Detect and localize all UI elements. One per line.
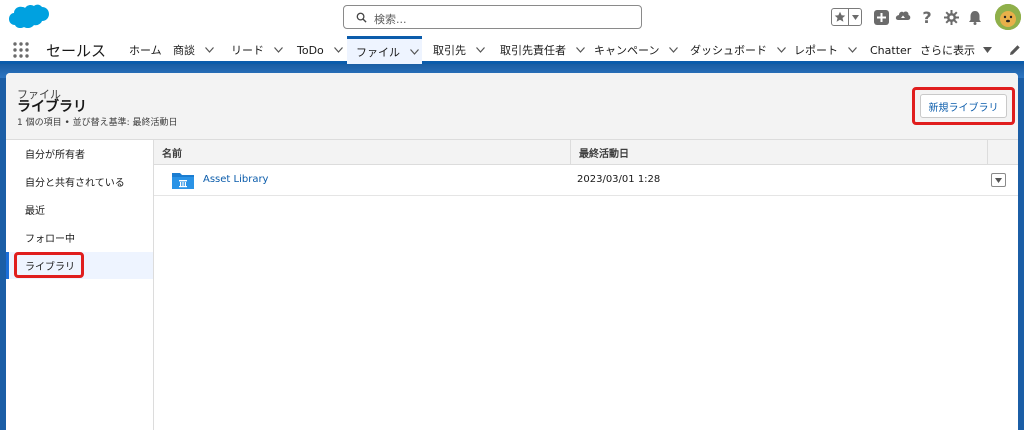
tab-opportunities[interactable]: 商談 [173, 36, 214, 64]
tab-more[interactable]: さらに表示 [920, 36, 992, 64]
list-view-card: ファイル ライブラリ 1 個の項目 • 並び替え基準: 最終活動日 新規ライブラ… [6, 73, 1018, 430]
caret-down-icon [995, 177, 1002, 183]
chevron-down-icon[interactable] [576, 47, 585, 53]
tab-reports[interactable]: レポート [794, 36, 857, 64]
bell-icon[interactable] [967, 9, 983, 25]
tab-label: 商談 [173, 44, 195, 57]
tab-campaigns[interactable]: キャンペーン [594, 36, 679, 64]
tab-dashboards[interactable]: ダッシュボード [690, 36, 786, 64]
last-activity-date: 2023/03/01 1:28 [577, 174, 661, 185]
help-icon[interactable]: ? [919, 8, 935, 27]
column-header-last-activity[interactable]: 最終活動日 [571, 140, 629, 165]
trailhead-icon[interactable] [895, 9, 911, 25]
sidebar-item-owned-by-me[interactable]: 自分が所有者 [6, 140, 153, 167]
favorites-button[interactable] [831, 8, 862, 26]
chevron-down-icon[interactable] [777, 47, 786, 53]
avatar[interactable] [995, 4, 1021, 30]
search-input[interactable]: 検索... [343, 5, 642, 29]
chevron-down-icon[interactable] [274, 47, 283, 53]
tab-leads[interactable]: リード [231, 36, 283, 64]
tab-label: レポート [794, 44, 838, 57]
tab-files[interactable]: ファイル [347, 36, 422, 64]
column-divider [987, 140, 988, 165]
files-sidebar: 自分が所有者 自分と共有されている 最近 フォロー中 ライブラリ [6, 140, 154, 430]
sidebar-item-following[interactable]: フォロー中 [6, 224, 153, 251]
sidebar-item-label: 自分と共有されている [25, 178, 125, 189]
sidebar-item-shared-with-me[interactable]: 自分と共有されている [6, 168, 153, 195]
chevron-down-icon[interactable] [849, 9, 861, 25]
app-name: セールス [46, 42, 107, 60]
global-header: 検索... ? [0, 0, 1024, 36]
tab-label: リード [231, 44, 264, 57]
caret-down-icon[interactable] [983, 47, 992, 53]
sidebar-item-label: 最近 [25, 206, 45, 217]
tab-contacts[interactable]: 取引先責任者 [500, 36, 585, 64]
highlight-box [14, 252, 84, 278]
tab-label: キャンペーン [594, 44, 660, 57]
tab-label: ダッシュボード [690, 44, 767, 57]
search-icon [356, 12, 367, 23]
sidebar-item-recent[interactable]: 最近 [6, 196, 153, 223]
edit-nav-icon[interactable] [1009, 44, 1021, 56]
gear-icon[interactable] [943, 9, 959, 25]
chevron-down-icon[interactable] [476, 47, 485, 53]
tab-label: ホーム [129, 44, 162, 57]
tab-home[interactable]: ホーム [129, 36, 162, 64]
row-actions-button[interactable] [991, 173, 1006, 187]
sidebar-item-label: 自分が所有者 [25, 150, 85, 161]
column-header-name[interactable]: 名前 [154, 140, 182, 165]
chevron-down-icon[interactable] [333, 47, 343, 53]
page-title: ライブラリ [17, 99, 87, 115]
new-library-button[interactable]: 新規ライブラリ [920, 94, 1007, 118]
chevron-down-icon[interactable] [669, 47, 679, 53]
tab-accounts[interactable]: 取引先 [433, 36, 485, 64]
tab-chatter[interactable]: Chatter [870, 36, 911, 64]
tab-label: さらに表示 [920, 44, 975, 57]
tab-label: ファイル [356, 45, 400, 59]
tab-label: ToDo [297, 43, 324, 57]
tab-label: Chatter [870, 43, 912, 57]
tab-label: 取引先 [433, 44, 466, 57]
table-row[interactable]: Asset Library 2023/03/01 1:28 [154, 165, 1018, 196]
tab-label: 取引先責任者 [500, 44, 566, 57]
search-placeholder: 検索... [374, 13, 407, 26]
chevron-down-icon[interactable] [848, 47, 857, 53]
app-launcher-icon[interactable] [13, 42, 29, 58]
salesforce-logo[interactable] [7, 3, 51, 33]
tab-todo[interactable]: ToDo [297, 36, 343, 64]
star-icon[interactable] [832, 9, 849, 25]
chevron-down-icon[interactable] [410, 48, 419, 55]
table-header: 名前 最終活動日 [154, 140, 1018, 165]
app-nav-bar: セールス ホーム 商談 リード ToDo ファイル 取引先 取引先責任者 キャン… [0, 36, 1024, 64]
library-folder-icon [172, 173, 194, 189]
list-meta: 1 個の項目 • 並び替え基準: 最終活動日 [17, 118, 178, 128]
library-name-link[interactable]: Asset Library [203, 174, 268, 185]
highlight-box: 新規ライブラリ [912, 87, 1015, 125]
libraries-table: 名前 最終活動日 Asset Library 2023/03/01 1:28 [154, 140, 1018, 430]
page-header: ファイル ライブラリ 1 個の項目 • 並び替え基準: 最終活動日 新規ライブラ… [6, 73, 1018, 140]
add-icon[interactable] [873, 9, 889, 25]
chevron-down-icon[interactable] [205, 47, 214, 53]
sidebar-item-label: フォロー中 [25, 234, 75, 245]
